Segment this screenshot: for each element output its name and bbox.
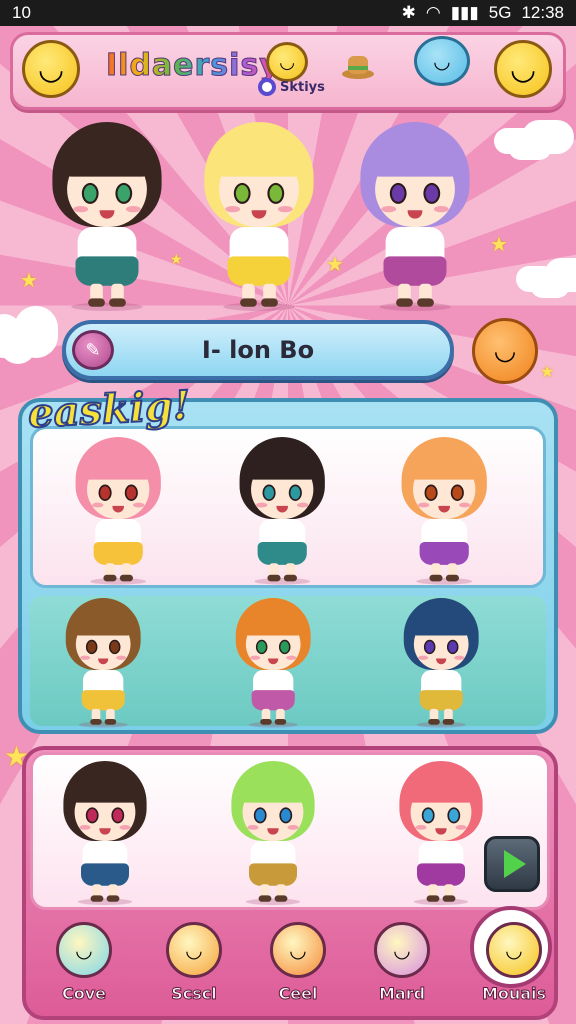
bird-face-icon[interactable]: ◡ xyxy=(266,42,308,82)
nav-item-label: Mard xyxy=(378,984,426,1004)
app-title: Ildaersisy xyxy=(106,48,280,84)
name-input-label: I- lon Bo xyxy=(201,336,315,364)
character-card[interactable] xyxy=(60,598,146,728)
play-button[interactable] xyxy=(484,836,540,892)
character-row-1 xyxy=(30,426,546,588)
bluetooth-icon: ✱ xyxy=(401,3,416,22)
character-card[interactable] xyxy=(393,761,489,905)
right-smiley-icon[interactable]: ◡ xyxy=(494,40,552,98)
smiley-star-icon: ◡ xyxy=(486,922,542,978)
hero-character-purple[interactable] xyxy=(352,122,478,311)
nav-item[interactable]: ◡ Scscl xyxy=(146,914,242,1014)
character-card[interactable] xyxy=(225,761,321,905)
cloud-decoration xyxy=(0,320,36,364)
wifi-icon: ◠ xyxy=(425,3,441,22)
nav-item[interactable]: ◡ Cove xyxy=(36,914,132,1014)
status-right: ✱ ◠ ▮▮▮ 5G 12:38 xyxy=(402,3,564,23)
character-card[interactable] xyxy=(57,761,153,905)
vase-icon: ◡ xyxy=(56,922,112,978)
orange-face-icon: ◡ xyxy=(270,922,326,978)
status-clock: 12:38 xyxy=(521,3,564,22)
status-left-number: 10 xyxy=(12,3,31,22)
orange-smiley-button[interactable]: ◡ xyxy=(472,318,538,384)
orange-fruit-icon: ◡ xyxy=(166,922,222,978)
name-input-bar[interactable]: ✎ I- lon Bo xyxy=(62,320,454,380)
character-card[interactable] xyxy=(69,437,167,585)
character-card[interactable] xyxy=(233,437,331,585)
sub-label[interactable]: Sktiys xyxy=(258,78,325,96)
hat-icon[interactable] xyxy=(340,52,376,82)
nav-item[interactable]: ◡ Mard xyxy=(354,914,450,1014)
character-card[interactable] xyxy=(398,598,484,728)
bottom-character-row xyxy=(30,752,550,910)
left-smiley-icon[interactable]: ◡ xyxy=(22,40,80,98)
status-bar: 10 ✱ ◠ ▮▮▮ 5G 12:38 xyxy=(0,0,576,26)
play-icon xyxy=(504,850,526,878)
nav-item-label: Scscl xyxy=(171,984,218,1004)
hero-characters xyxy=(0,118,576,318)
star-icon: ★ xyxy=(540,362,555,381)
ring-icon xyxy=(258,78,276,96)
section-title: easkig! xyxy=(26,381,193,438)
character-card[interactable] xyxy=(395,437,493,585)
nav-item[interactable]: ◡ Ceel xyxy=(250,914,346,1014)
network-type: 5G xyxy=(488,3,512,22)
sub-label-text: Sktiys xyxy=(280,79,325,95)
berry-icon: ◡ xyxy=(374,922,430,978)
hero-character-dark-hair[interactable] xyxy=(44,122,170,311)
nav-item-label: Cove xyxy=(61,984,106,1004)
nav-item-label: Mouais xyxy=(481,984,547,1004)
hero-character-blonde[interactable] xyxy=(196,122,322,311)
character-row-2 xyxy=(30,596,546,728)
blue-pet-icon[interactable]: ◡ xyxy=(414,36,470,86)
signal-icon: ▮▮▮ xyxy=(450,3,479,22)
nav-item[interactable]: ◡ Mouais xyxy=(466,914,562,1014)
character-card[interactable] xyxy=(230,598,316,728)
nav-item-label: Ceel xyxy=(278,984,318,1004)
